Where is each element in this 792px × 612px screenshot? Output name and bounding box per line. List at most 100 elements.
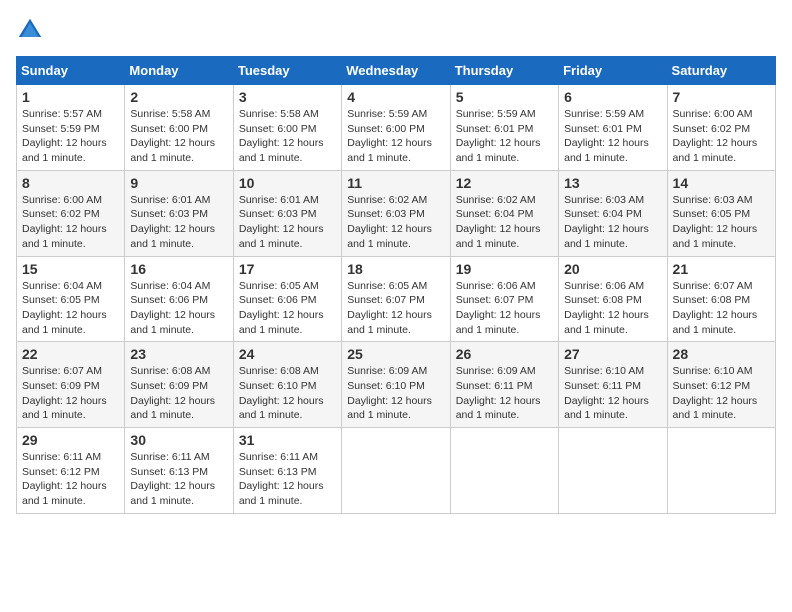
day-number: 1	[22, 89, 119, 105]
day-detail: Sunrise: 6:09 AMSunset: 6:10 PMDaylight:…	[347, 365, 432, 421]
day-number: 26	[456, 346, 553, 362]
day-number: 25	[347, 346, 444, 362]
day-detail: Sunrise: 6:04 AMSunset: 6:06 PMDaylight:…	[130, 280, 215, 336]
calendar-cell: 8 Sunrise: 6:00 AMSunset: 6:02 PMDayligh…	[17, 170, 125, 256]
calendar-cell: 5 Sunrise: 5:59 AMSunset: 6:01 PMDayligh…	[450, 85, 558, 171]
calendar-cell: 12 Sunrise: 6:02 AMSunset: 6:04 PMDaylig…	[450, 170, 558, 256]
calendar-table: SundayMondayTuesdayWednesdayThursdayFrid…	[16, 56, 776, 514]
calendar-cell: 17 Sunrise: 6:05 AMSunset: 6:06 PMDaylig…	[233, 256, 341, 342]
weekday-header-tuesday: Tuesday	[233, 57, 341, 85]
calendar-cell: 23 Sunrise: 6:08 AMSunset: 6:09 PMDaylig…	[125, 342, 233, 428]
calendar-cell: 9 Sunrise: 6:01 AMSunset: 6:03 PMDayligh…	[125, 170, 233, 256]
day-detail: Sunrise: 6:09 AMSunset: 6:11 PMDaylight:…	[456, 365, 541, 421]
calendar-cell: 6 Sunrise: 5:59 AMSunset: 6:01 PMDayligh…	[559, 85, 667, 171]
calendar-cell: 20 Sunrise: 6:06 AMSunset: 6:08 PMDaylig…	[559, 256, 667, 342]
calendar-cell: 2 Sunrise: 5:58 AMSunset: 6:00 PMDayligh…	[125, 85, 233, 171]
day-number: 24	[239, 346, 336, 362]
day-detail: Sunrise: 6:03 AMSunset: 6:04 PMDaylight:…	[564, 194, 649, 250]
calendar-week-3: 15 Sunrise: 6:04 AMSunset: 6:05 PMDaylig…	[17, 256, 776, 342]
day-detail: Sunrise: 6:11 AMSunset: 6:13 PMDaylight:…	[130, 451, 215, 507]
day-number: 19	[456, 261, 553, 277]
day-number: 17	[239, 261, 336, 277]
day-detail: Sunrise: 6:07 AMSunset: 6:09 PMDaylight:…	[22, 365, 107, 421]
calendar-cell	[667, 428, 775, 514]
day-detail: Sunrise: 6:01 AMSunset: 6:03 PMDaylight:…	[239, 194, 324, 250]
calendar-week-2: 8 Sunrise: 6:00 AMSunset: 6:02 PMDayligh…	[17, 170, 776, 256]
day-number: 7	[673, 89, 770, 105]
day-number: 8	[22, 175, 119, 191]
day-number: 2	[130, 89, 227, 105]
calendar-cell	[559, 428, 667, 514]
calendar-cell: 15 Sunrise: 6:04 AMSunset: 6:05 PMDaylig…	[17, 256, 125, 342]
day-detail: Sunrise: 6:02 AMSunset: 6:03 PMDaylight:…	[347, 194, 432, 250]
calendar-cell: 22 Sunrise: 6:07 AMSunset: 6:09 PMDaylig…	[17, 342, 125, 428]
calendar-cell	[450, 428, 558, 514]
day-number: 10	[239, 175, 336, 191]
calendar-cell: 27 Sunrise: 6:10 AMSunset: 6:11 PMDaylig…	[559, 342, 667, 428]
day-detail: Sunrise: 6:00 AMSunset: 6:02 PMDaylight:…	[673, 108, 758, 164]
day-number: 21	[673, 261, 770, 277]
day-detail: Sunrise: 5:58 AMSunset: 6:00 PMDaylight:…	[130, 108, 215, 164]
weekday-header-friday: Friday	[559, 57, 667, 85]
calendar-cell: 18 Sunrise: 6:05 AMSunset: 6:07 PMDaylig…	[342, 256, 450, 342]
day-number: 6	[564, 89, 661, 105]
calendar-cell: 1 Sunrise: 5:57 AMSunset: 5:59 PMDayligh…	[17, 85, 125, 171]
day-number: 4	[347, 89, 444, 105]
day-number: 28	[673, 346, 770, 362]
day-detail: Sunrise: 6:10 AMSunset: 6:12 PMDaylight:…	[673, 365, 758, 421]
day-detail: Sunrise: 6:02 AMSunset: 6:04 PMDaylight:…	[456, 194, 541, 250]
day-number: 31	[239, 432, 336, 448]
day-detail: Sunrise: 5:58 AMSunset: 6:00 PMDaylight:…	[239, 108, 324, 164]
day-number: 12	[456, 175, 553, 191]
day-number: 29	[22, 432, 119, 448]
day-detail: Sunrise: 6:11 AMSunset: 6:13 PMDaylight:…	[239, 451, 324, 507]
logo	[16, 16, 48, 44]
calendar-week-5: 29 Sunrise: 6:11 AMSunset: 6:12 PMDaylig…	[17, 428, 776, 514]
day-detail: Sunrise: 5:59 AMSunset: 6:00 PMDaylight:…	[347, 108, 432, 164]
weekday-header-monday: Monday	[125, 57, 233, 85]
calendar-cell: 21 Sunrise: 6:07 AMSunset: 6:08 PMDaylig…	[667, 256, 775, 342]
day-number: 11	[347, 175, 444, 191]
day-detail: Sunrise: 6:07 AMSunset: 6:08 PMDaylight:…	[673, 280, 758, 336]
day-number: 30	[130, 432, 227, 448]
day-detail: Sunrise: 6:05 AMSunset: 6:07 PMDaylight:…	[347, 280, 432, 336]
day-detail: Sunrise: 6:10 AMSunset: 6:11 PMDaylight:…	[564, 365, 649, 421]
calendar-cell: 10 Sunrise: 6:01 AMSunset: 6:03 PMDaylig…	[233, 170, 341, 256]
day-detail: Sunrise: 6:03 AMSunset: 6:05 PMDaylight:…	[673, 194, 758, 250]
calendar-cell: 25 Sunrise: 6:09 AMSunset: 6:10 PMDaylig…	[342, 342, 450, 428]
calendar-cell: 3 Sunrise: 5:58 AMSunset: 6:00 PMDayligh…	[233, 85, 341, 171]
weekday-header-row: SundayMondayTuesdayWednesdayThursdayFrid…	[17, 57, 776, 85]
weekday-header-wednesday: Wednesday	[342, 57, 450, 85]
calendar-cell: 31 Sunrise: 6:11 AMSunset: 6:13 PMDaylig…	[233, 428, 341, 514]
day-detail: Sunrise: 6:08 AMSunset: 6:09 PMDaylight:…	[130, 365, 215, 421]
calendar-cell: 19 Sunrise: 6:06 AMSunset: 6:07 PMDaylig…	[450, 256, 558, 342]
day-detail: Sunrise: 6:04 AMSunset: 6:05 PMDaylight:…	[22, 280, 107, 336]
calendar-cell: 26 Sunrise: 6:09 AMSunset: 6:11 PMDaylig…	[450, 342, 558, 428]
calendar-week-1: 1 Sunrise: 5:57 AMSunset: 5:59 PMDayligh…	[17, 85, 776, 171]
calendar-cell: 7 Sunrise: 6:00 AMSunset: 6:02 PMDayligh…	[667, 85, 775, 171]
day-detail: Sunrise: 6:11 AMSunset: 6:12 PMDaylight:…	[22, 451, 107, 507]
day-detail: Sunrise: 5:59 AMSunset: 6:01 PMDaylight:…	[564, 108, 649, 164]
calendar-cell: 24 Sunrise: 6:08 AMSunset: 6:10 PMDaylig…	[233, 342, 341, 428]
day-detail: Sunrise: 5:59 AMSunset: 6:01 PMDaylight:…	[456, 108, 541, 164]
day-number: 18	[347, 261, 444, 277]
calendar-cell: 16 Sunrise: 6:04 AMSunset: 6:06 PMDaylig…	[125, 256, 233, 342]
calendar-cell: 4 Sunrise: 5:59 AMSunset: 6:00 PMDayligh…	[342, 85, 450, 171]
day-detail: Sunrise: 6:05 AMSunset: 6:06 PMDaylight:…	[239, 280, 324, 336]
calendar-cell: 30 Sunrise: 6:11 AMSunset: 6:13 PMDaylig…	[125, 428, 233, 514]
weekday-header-saturday: Saturday	[667, 57, 775, 85]
day-number: 27	[564, 346, 661, 362]
day-detail: Sunrise: 6:06 AMSunset: 6:07 PMDaylight:…	[456, 280, 541, 336]
day-detail: Sunrise: 6:01 AMSunset: 6:03 PMDaylight:…	[130, 194, 215, 250]
calendar-cell: 13 Sunrise: 6:03 AMSunset: 6:04 PMDaylig…	[559, 170, 667, 256]
day-detail: Sunrise: 6:06 AMSunset: 6:08 PMDaylight:…	[564, 280, 649, 336]
weekday-header-sunday: Sunday	[17, 57, 125, 85]
day-detail: Sunrise: 6:00 AMSunset: 6:02 PMDaylight:…	[22, 194, 107, 250]
calendar-cell: 11 Sunrise: 6:02 AMSunset: 6:03 PMDaylig…	[342, 170, 450, 256]
logo-icon	[16, 16, 44, 44]
day-number: 14	[673, 175, 770, 191]
weekday-header-thursday: Thursday	[450, 57, 558, 85]
day-number: 9	[130, 175, 227, 191]
day-number: 16	[130, 261, 227, 277]
day-number: 23	[130, 346, 227, 362]
